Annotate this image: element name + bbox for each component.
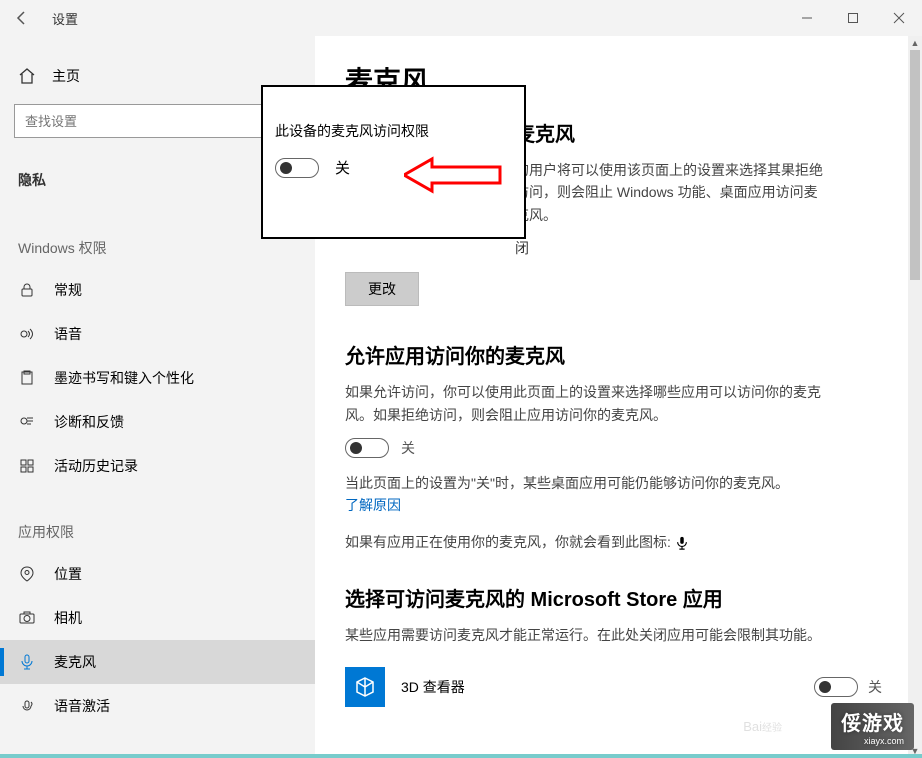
- nav-label: 相机: [54, 608, 82, 628]
- watermark-main: 俀游戏 xiayx.com: [831, 703, 914, 750]
- home-label: 主页: [52, 66, 80, 86]
- titlebar: 设置: [0, 0, 922, 36]
- camera-icon: [18, 609, 36, 627]
- nav-label: 语音激活: [54, 696, 110, 716]
- scroll-thumb[interactable]: [910, 50, 920, 280]
- app-icon-3d-viewer: [345, 667, 385, 707]
- home-icon: [18, 67, 36, 85]
- nav-label: 诊断和反馈: [54, 412, 124, 432]
- allow-apps-toggle[interactable]: [345, 438, 389, 458]
- bottom-accent-bar: [0, 754, 922, 758]
- close-button[interactable]: [876, 0, 922, 36]
- section2-note: 当此页面上的设置为"关"时，某些桌面应用可能仍能够访问你的麦克风。 了解原因: [345, 472, 825, 517]
- lock-icon: [18, 281, 36, 299]
- nav-location[interactable]: 位置: [0, 552, 315, 596]
- app-name-label: 3D 查看器: [401, 677, 798, 697]
- app-3d-viewer-toggle[interactable]: [814, 677, 858, 697]
- section3-title: 选择可访问麦克风的 Microsoft Store 应用: [345, 583, 882, 612]
- section1-sub: 闭: [515, 238, 882, 258]
- section3-body: 某些应用需要访问麦克风才能正常运行。在此处关闭应用可能会限制其功能。: [345, 624, 825, 646]
- change-button[interactable]: 更改: [345, 272, 419, 306]
- nav-label: 墨迹书写和键入个性化: [54, 368, 194, 388]
- nav-diagnostics[interactable]: 诊断和反馈: [0, 400, 315, 444]
- watermark-secondary: Bai经验: [743, 719, 782, 734]
- section2-body: 如果允许访问，你可以使用此页面上的设置来选择哪些应用可以访问你的麦克风。如果拒绝…: [345, 381, 825, 426]
- window-title: 设置: [52, 9, 78, 28]
- annotation-toggle-state: 关: [335, 157, 350, 178]
- nav-label: 位置: [54, 564, 82, 584]
- location-icon: [18, 565, 36, 583]
- nav-label: 麦克风: [54, 652, 96, 672]
- nav-camera[interactable]: 相机: [0, 596, 315, 640]
- nav-label: 活动历史记录: [54, 456, 138, 476]
- maximize-button[interactable]: [830, 0, 876, 36]
- voice-activation-icon: [18, 697, 36, 715]
- learn-why-link[interactable]: 了解原因: [345, 497, 401, 513]
- section1-body: 的用户将可以使用该页面上的设置来选择其果拒绝访问，则会阻止 Windows 功能…: [515, 159, 825, 226]
- feedback-icon: [18, 413, 36, 431]
- speech-icon: [18, 325, 36, 343]
- toggle-state-label: 关: [401, 438, 415, 458]
- minimize-button[interactable]: [784, 0, 830, 36]
- nav-label: 语音: [54, 324, 82, 344]
- nav-activity-history[interactable]: 活动历史记录: [0, 444, 315, 488]
- section1-title-partial: 麦克风: [515, 118, 882, 147]
- mic-in-use-text: 如果有应用正在使用你的麦克风，你就会看到此图标:: [345, 531, 825, 553]
- section2-title: 允许应用访问你的麦克风: [345, 340, 882, 369]
- search-input[interactable]: [14, 104, 301, 138]
- nav-microphone[interactable]: 麦克风: [0, 640, 315, 684]
- scroll-up-icon[interactable]: ▲: [908, 36, 922, 50]
- clipboard-icon: [18, 369, 36, 387]
- annotation-arrow-icon: [404, 155, 504, 195]
- back-button[interactable]: [0, 0, 44, 36]
- app-toggle-state: 关: [868, 677, 882, 697]
- nav-voice-activation[interactable]: 语音激活: [0, 684, 315, 728]
- nav-speech[interactable]: 语音: [0, 312, 315, 356]
- nav-general[interactable]: 常规: [0, 268, 315, 312]
- nav-inking[interactable]: 墨迹书写和键入个性化: [0, 356, 315, 400]
- annotation-title: 此设备的麦克风访问权限: [275, 121, 512, 141]
- microphone-indicator-icon: [675, 536, 689, 550]
- nav-label: 常规: [54, 280, 82, 300]
- history-icon: [18, 457, 36, 475]
- microphone-icon: [18, 653, 36, 671]
- device-mic-access-toggle[interactable]: [275, 158, 319, 178]
- group-app-perm-label: 应用权限: [0, 510, 315, 552]
- scrollbar[interactable]: ▲ ▼: [908, 36, 922, 758]
- app-row-3d-viewer: 3D 查看器 关: [345, 659, 882, 715]
